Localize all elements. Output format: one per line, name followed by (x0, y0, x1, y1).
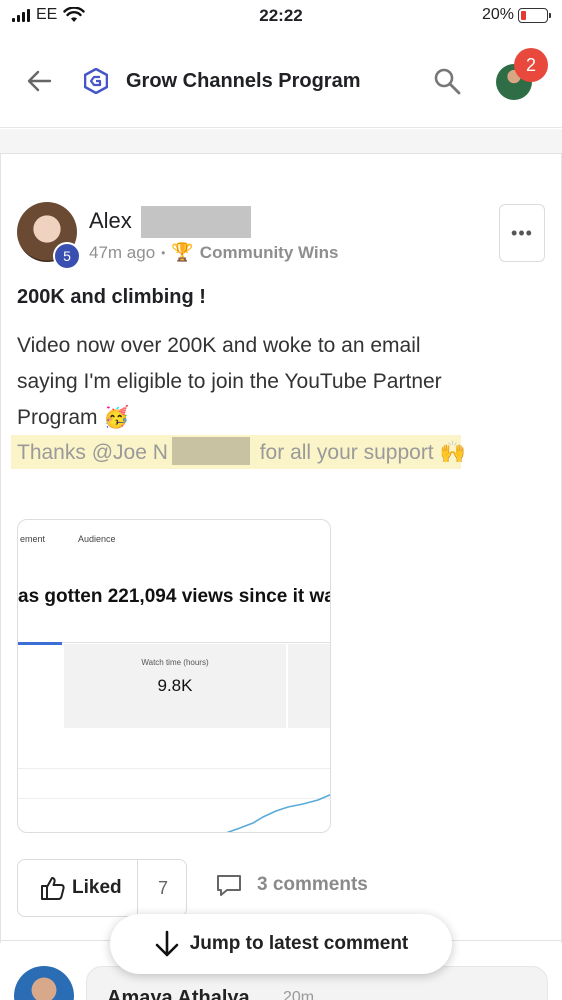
comment-bubble-icon (217, 875, 241, 896)
analytics-tab-audience: Audience (78, 534, 116, 544)
analytics-divider (18, 642, 330, 643)
program-logo-icon (84, 68, 108, 94)
post-title: 200K and climbing ! (17, 286, 206, 308)
feed-divider (0, 129, 562, 153)
author-name[interactable]: Alex (89, 208, 132, 234)
analytics-active-tab-indicator (18, 642, 62, 645)
metric-label: Watch time (hours) (141, 658, 209, 667)
like-button[interactable]: Liked 7 (17, 859, 187, 917)
battery-level (521, 10, 526, 20)
post-body-line: saying I'm eligible to join the YouTube … (17, 370, 442, 393)
liked-label: Liked (72, 877, 122, 898)
post-time: 47m ago (89, 242, 156, 262)
jump-label: Jump to latest comment (189, 933, 409, 954)
trophy-icon: 🏆 (171, 242, 194, 262)
category-link[interactable]: Community Wins (200, 243, 339, 263)
post-card: 5 Alex 47m ago • 🏆 Community Wins ••• 20… (0, 153, 562, 943)
page-title: Grow Channels Program (126, 70, 361, 92)
commenter-name[interactable]: Amaya Athalya (107, 987, 250, 1000)
analytics-headline: as gotten 221,094 views since it wa (18, 586, 331, 607)
clock: 22:22 (259, 6, 303, 25)
thanks-line: Thanks @Joe N for all your support 🙌 (17, 437, 466, 465)
status-bar: EE 22:22 20% (0, 0, 562, 34)
battery-icon (518, 7, 551, 23)
notification-badge[interactable]: 2 (514, 48, 548, 82)
comments-button[interactable]: 3 comments (215, 872, 368, 898)
post-body-line: Program 🥳 (17, 406, 130, 429)
arrow-left-icon[interactable] (24, 66, 54, 96)
like-count[interactable]: 7 (138, 860, 188, 916)
attached-screenshot[interactable]: ement Audience as gotten 221,094 views s… (17, 519, 331, 833)
app-header: Grow Channels Program 2 (0, 34, 562, 128)
thanks-prefix: Thanks (17, 441, 92, 464)
next-metric-card (288, 644, 330, 728)
commenter-avatar[interactable] (14, 966, 74, 1000)
level-badge: 5 (53, 242, 81, 270)
comment-time: 20m (283, 989, 315, 1000)
post-body-line: Video now over 200K and woke to an email (17, 334, 421, 357)
post-body: Video now over 200K and woke to an email… (17, 328, 537, 436)
comments-label: 3 comments (257, 874, 368, 895)
thanks-suffix: for all your support 🙌 (253, 441, 466, 464)
redacted-mention (171, 437, 250, 465)
jump-to-latest-comment-button[interactable]: Jump to latest comment (110, 914, 452, 974)
mention-link[interactable]: @Joe N (92, 441, 168, 464)
redacted-surname (141, 206, 251, 238)
arrow-down-icon (155, 930, 179, 957)
status-right: 20% (481, 6, 551, 24)
search-icon[interactable] (432, 66, 462, 96)
liked-toggle[interactable]: Liked (18, 860, 138, 916)
thumbs-up-icon (41, 877, 65, 900)
meta-separator: • (161, 245, 166, 260)
metric-value: 9.8K (157, 676, 193, 695)
post-meta: 47m ago • 🏆 Community Wins (89, 242, 338, 263)
battery-percent: 20% (481, 6, 514, 23)
more-options-button[interactable]: ••• (499, 204, 545, 262)
views-trend-chart (226, 793, 330, 832)
analytics-tab-engagement: ement (20, 534, 46, 544)
